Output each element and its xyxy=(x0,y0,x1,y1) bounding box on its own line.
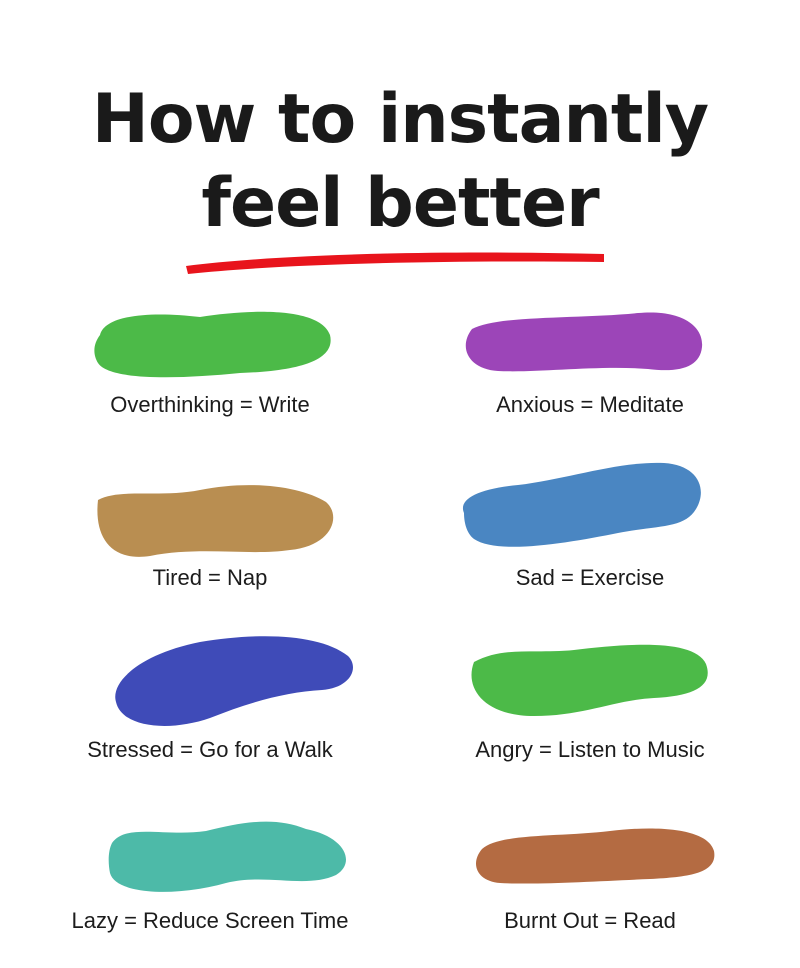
feeling-tile-sad: Sad = Exercise xyxy=(400,455,780,600)
blob-path xyxy=(462,462,701,547)
blob-path xyxy=(115,636,353,726)
title-underline xyxy=(186,252,604,274)
tan-blob-shape xyxy=(97,485,334,557)
feeling-label: Tired = Nap xyxy=(152,565,268,590)
blob-path xyxy=(94,311,331,378)
blue-blob-shape xyxy=(462,462,701,547)
feeling-label: Angry = Listen to Music xyxy=(475,737,705,762)
green-blob-shape xyxy=(94,311,331,378)
teal-blob-shape xyxy=(108,821,346,892)
feeling-label: Sad = Exercise xyxy=(515,565,665,590)
purple-blob-shape xyxy=(465,312,703,372)
feeling-tile-tired: Tired = Nap xyxy=(20,470,400,600)
feeling-tile-lazy: Lazy = Reduce Screen Time xyxy=(20,805,400,945)
indigo-blob-shape xyxy=(115,636,353,726)
title-line-1: How to instantly xyxy=(91,80,709,159)
blob-path xyxy=(476,828,715,884)
feeling-tile-angry: Angry = Listen to Music xyxy=(400,630,780,770)
feeling-label: Overthinking = Write xyxy=(110,392,310,417)
feeling-tile-burnt-out: Burnt Out = Read xyxy=(400,805,780,945)
feeling-label: Lazy = Reduce Screen Time xyxy=(71,908,349,933)
blob-path xyxy=(108,821,346,892)
feeling-label: Stressed = Go for a Walk xyxy=(87,737,333,762)
blob-path xyxy=(465,312,703,372)
feeling-label: Anxious = Meditate xyxy=(496,392,684,417)
feeling-label: Burnt Out = Read xyxy=(504,908,676,933)
blob-path xyxy=(471,644,708,716)
brown-blob-shape xyxy=(476,828,715,884)
feeling-tile-stressed: Stressed = Go for a Walk xyxy=(20,630,400,770)
green-blob-shape xyxy=(471,644,708,716)
title-line-2: feel better xyxy=(201,164,599,243)
feeling-tile-overthinking: Overthinking = Write xyxy=(20,295,400,425)
blob-path xyxy=(97,485,334,557)
page-title: How to instantly feel better xyxy=(0,78,800,246)
feeling-tile-anxious: Anxious = Meditate xyxy=(400,295,780,425)
